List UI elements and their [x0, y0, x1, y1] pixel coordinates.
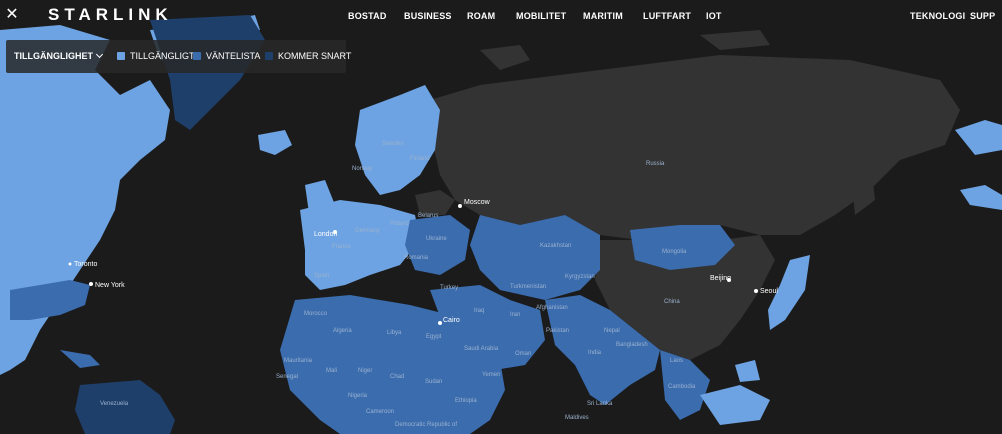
- city-label-moscow: Moscow: [464, 199, 491, 206]
- region-label-ethiopia: Ethiopia: [455, 398, 477, 404]
- region-label-cambodia: Cambodia: [668, 384, 696, 390]
- region-label-sudan: Sudan: [425, 379, 442, 385]
- region-label-morocco: Morocco: [304, 311, 328, 317]
- region-label-nigeria: Nigeria: [348, 393, 368, 399]
- region-label-algeria: Algeria: [333, 328, 352, 334]
- region-label-india: India: [588, 350, 602, 356]
- city-label-london: London: [314, 231, 337, 238]
- region-label-belarus: Belarus: [418, 213, 438, 219]
- availability-dropdown[interactable]: TILLGÄNGLIGHET: [14, 50, 104, 61]
- region-label-egypt: Egypt: [426, 334, 442, 340]
- region-label-finland: Finland: [410, 156, 430, 162]
- region-label-germany: Germany: [355, 228, 380, 234]
- nav-link-mobilitet[interactable]: MOBILITET: [516, 11, 566, 21]
- city-dot-seoul[interactable]: [754, 289, 758, 293]
- region-label-sri-lanka: Sri Lanka: [587, 401, 613, 407]
- region-label-iraq: Iraq: [474, 308, 484, 314]
- region-label-spain: Spain: [314, 273, 329, 279]
- region-label-ukraine: Ukraine: [426, 236, 447, 242]
- legend-swatch-available: [117, 52, 125, 60]
- availability-legend: TILLGÄNGLIGHET TILLGÄNGLIGT VÄNTELISTA K…: [6, 40, 351, 73]
- legend-swatch-waitlist: [193, 52, 201, 60]
- region-label-russia: Russia: [646, 161, 665, 167]
- city-dot-cairo[interactable]: [438, 321, 442, 325]
- region-label-norway: Norway: [352, 166, 372, 172]
- city-label-beijing: Beijing: [710, 275, 731, 282]
- region-label-france: France: [332, 244, 351, 250]
- city-label-seoul: Seoul: [760, 288, 778, 295]
- region-label-kyrgyzstan: Kyrgyzstan: [565, 274, 595, 280]
- top-navigation-bar: ✕ STARLINK BOSTAD BUSINESS ROAM MOBILITE…: [0, 0, 1002, 34]
- region-label-libya: Libya: [387, 330, 402, 336]
- availability-dropdown-label: TILLGÄNGLIGHET: [14, 51, 93, 61]
- region-label-turkmenistan: Turkmenistan: [510, 284, 546, 290]
- city-dot-toronto[interactable]: [68, 262, 72, 266]
- region-label-bangladesh: Bangladesh: [616, 342, 648, 348]
- legend-label-available: TILLGÄNGLIGT: [130, 51, 195, 61]
- region-label-venezuela: Venezuela: [100, 401, 129, 407]
- starlink-logo[interactable]: STARLINK: [48, 5, 173, 25]
- region-label-chad: Chad: [390, 374, 404, 380]
- region-label-niger: Niger: [358, 368, 372, 374]
- legend-swatch-coming-soon: [265, 52, 273, 60]
- region-label-mali: Mali: [326, 368, 337, 374]
- legend-label-coming-soon: KOMMER SNART: [278, 51, 352, 61]
- nav-link-luftfart[interactable]: LUFTFART: [643, 11, 691, 21]
- nav-link-business[interactable]: BUSINESS: [404, 11, 452, 21]
- legend-item-available[interactable]: TILLGÄNGLIGT: [117, 51, 195, 61]
- region-label-romania: Romania: [404, 255, 429, 261]
- region-label-oman: Oman: [515, 351, 531, 357]
- region-label-nepal: Nepal: [604, 328, 620, 334]
- close-icon[interactable]: ✕: [4, 7, 20, 23]
- region-label-dr-congo: Democratic Republic of: [395, 422, 457, 428]
- region-label-laos: Laos: [670, 358, 683, 364]
- chevron-down-icon: [95, 50, 104, 59]
- city-label-cairo: Cairo: [443, 317, 460, 324]
- legend-label-waitlist: VÄNTELISTA: [206, 51, 261, 61]
- region-label-turkey: Turkey: [440, 285, 458, 291]
- nav-link-roam[interactable]: ROAM: [467, 11, 495, 21]
- legend-item-waitlist[interactable]: VÄNTELISTA: [193, 51, 260, 61]
- region-label-senegal: Senegal: [276, 374, 298, 380]
- region-label-iran: Iran: [510, 312, 520, 318]
- region-label-maldives: Maldives: [565, 415, 589, 421]
- region-label-sweden: Sweden: [382, 141, 404, 147]
- city-label-new-york: New York: [95, 282, 125, 289]
- city-label-toronto: Toronto: [74, 261, 97, 268]
- region-label-mauritania: Mauritania: [284, 358, 313, 364]
- nav-link-bostad[interactable]: BOSTAD: [348, 11, 387, 21]
- city-dot-new-york[interactable]: [89, 282, 93, 286]
- nav-link-support[interactable]: SUPP: [970, 11, 995, 21]
- region-label-china: China: [664, 299, 680, 305]
- region-label-pakistan: Pakistan: [546, 328, 569, 334]
- region-label-yemen: Yemen: [482, 372, 500, 378]
- legend-item-coming-soon[interactable]: KOMMER SNART: [265, 51, 351, 61]
- region-label-cameroon: Cameroon: [366, 409, 394, 415]
- nav-link-teknologi[interactable]: TEKNOLOGI: [910, 11, 965, 21]
- nav-link-maritim[interactable]: MARITIM: [583, 11, 623, 21]
- nav-link-iot[interactable]: IOT: [706, 11, 722, 21]
- city-dot-moscow[interactable]: [458, 204, 462, 208]
- region-label-kazakhstan: Kazakhstan: [540, 243, 571, 249]
- region-label-afghanistan: Afghanistan: [536, 305, 568, 311]
- region-label-poland: Poland: [390, 221, 409, 227]
- region-label-saudi-arabia: Saudi Arabia: [464, 346, 499, 352]
- region-label-mongolia: Mongolia: [662, 249, 687, 255]
